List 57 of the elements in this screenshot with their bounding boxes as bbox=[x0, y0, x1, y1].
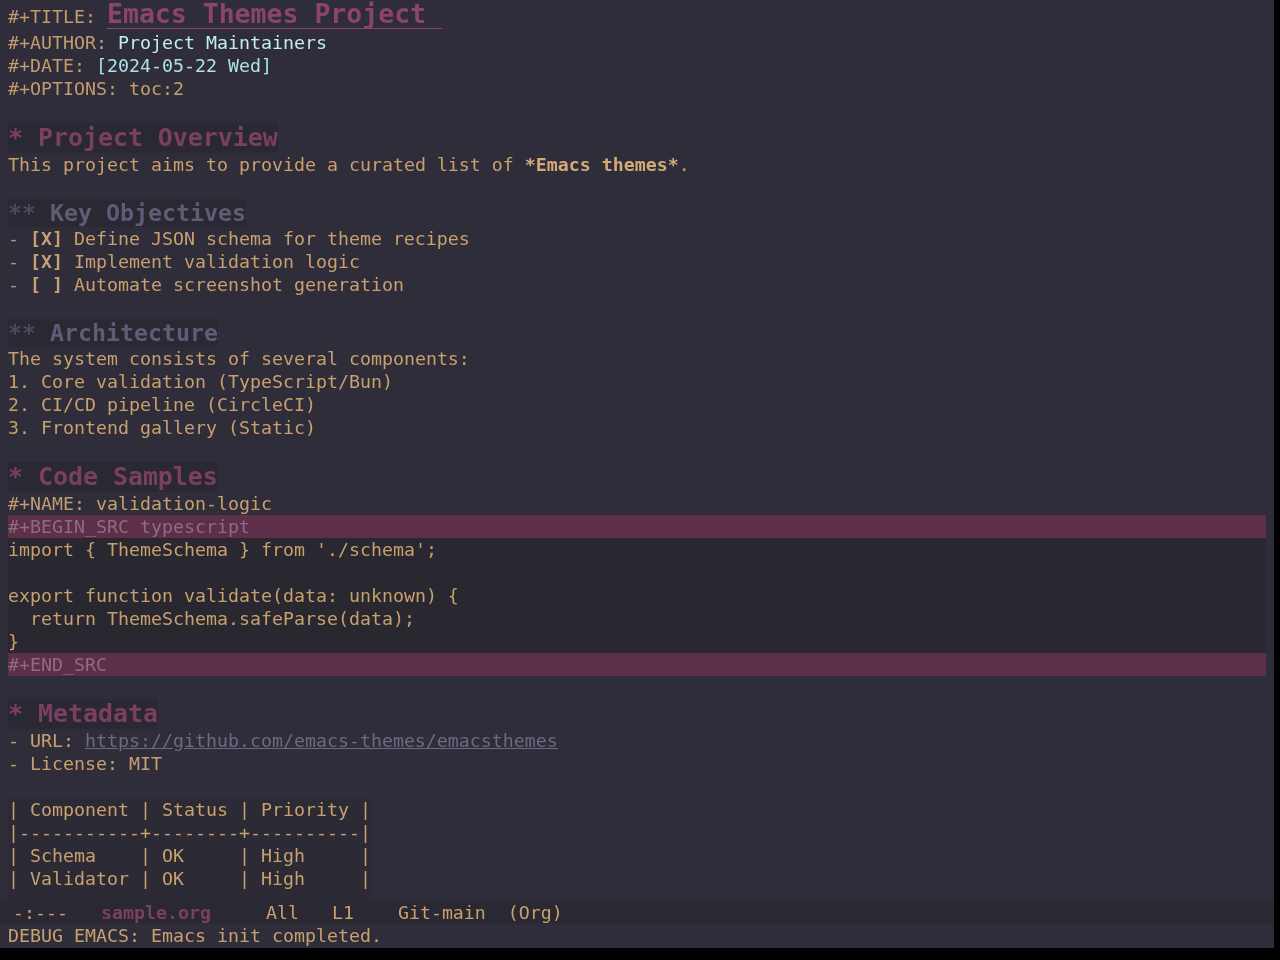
code-line: } bbox=[8, 630, 19, 653]
buffer-name: sample.org bbox=[100, 902, 211, 923]
list-item: 3. Frontend gallery (Static) bbox=[8, 416, 316, 439]
code-line: export function validate(data: unknown) { bbox=[8, 584, 459, 607]
list-bullet: - bbox=[8, 730, 19, 751]
paragraph-text: The system consists of several components: bbox=[8, 347, 470, 370]
url-link[interactable]: https://github.com/emacs-themes/emacsthemes bbox=[84, 730, 558, 751]
list-item: 2. CI/CD pipeline (CircleCI) bbox=[8, 393, 316, 416]
list-item: 1. Core validation (TypeScript/Bun) bbox=[8, 370, 393, 393]
scroll-position: All bbox=[265, 902, 299, 923]
list-bullet: - bbox=[8, 753, 19, 774]
keyword-value: validation-logic bbox=[95, 493, 272, 514]
heading-title: Architecture bbox=[50, 319, 218, 346]
checkbox-marker: [X] bbox=[30, 251, 63, 272]
list-label: URL: bbox=[30, 730, 74, 751]
keyword-label: #+DATE: bbox=[8, 55, 85, 76]
list-bullet: - bbox=[8, 274, 19, 295]
line-number: L1 bbox=[331, 902, 354, 923]
code-line: return ThemeSchema.safeParse(data); bbox=[29, 607, 415, 630]
keyword-label: #+NAME: bbox=[8, 493, 85, 514]
block-delimiter: #+BEGIN_SRC typescript bbox=[8, 515, 1266, 538]
list-value: MIT bbox=[128, 753, 162, 774]
checklist-text: Automate screenshot generation bbox=[73, 274, 404, 295]
checklist-text: Define JSON schema for theme recipes bbox=[73, 228, 470, 249]
heading-marker: * bbox=[8, 699, 23, 728]
checkbox-marker: [X] bbox=[30, 228, 63, 249]
list-label: License: bbox=[30, 753, 118, 774]
heading-marker: ** bbox=[8, 199, 36, 226]
echo-message: DEBUG EMACS: Emacs init completed. bbox=[8, 925, 382, 946]
table-row: | Schema | OK | High | bbox=[8, 844, 371, 867]
paragraph-text: This project aims to provide a curated list of *Emacs themes*. bbox=[8, 153, 690, 176]
table-header-row: | Component | Status | Priority | bbox=[8, 798, 371, 821]
keyword-label: #+AUTHOR: bbox=[8, 32, 107, 53]
keyword-label: #+TITLE: bbox=[8, 6, 96, 27]
heading-title: Code Samples bbox=[38, 462, 218, 491]
checkbox-marker: [ ] bbox=[30, 274, 63, 295]
heading-marker: * bbox=[8, 123, 23, 152]
table-row: | Validator | OK | High | bbox=[8, 867, 371, 890]
git-branch: Git-main bbox=[397, 902, 486, 923]
heading-marker: * bbox=[8, 462, 23, 491]
heading-marker: ** bbox=[8, 319, 36, 346]
list-bullet: - bbox=[8, 251, 19, 272]
code-line: import { ThemeSchema } from './schema'; bbox=[8, 538, 437, 561]
option-value: toc:2 bbox=[128, 78, 184, 99]
keyword-label: #+OPTIONS: bbox=[8, 78, 118, 99]
major-mode: (Org) bbox=[507, 902, 563, 923]
table-separator: |-----------+--------+----------| bbox=[8, 821, 371, 844]
author-name: Project Maintainers bbox=[117, 32, 327, 53]
list-bullet: - bbox=[8, 228, 19, 249]
modified-status: -:--- bbox=[13, 902, 68, 923]
heading-title: Project Overview bbox=[38, 123, 278, 152]
heading-title: Key Objectives bbox=[50, 199, 246, 226]
checklist-text: Implement validation logic bbox=[73, 251, 360, 272]
heading-title: Metadata bbox=[38, 699, 158, 728]
block-delimiter: #+END_SRC bbox=[8, 653, 1266, 676]
date-value: [2024-05-22 Wed] bbox=[95, 55, 272, 76]
document-title: Emacs Themes Project bbox=[106, 0, 442, 29]
